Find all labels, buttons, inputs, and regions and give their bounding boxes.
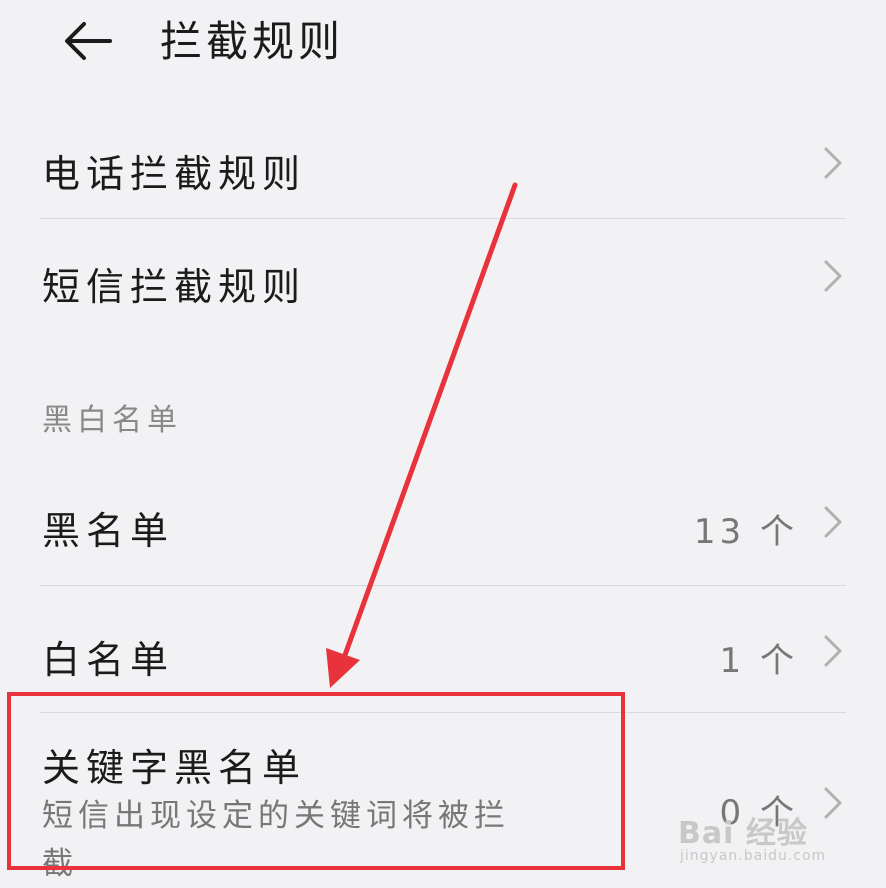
whitelist-label: 白名单 bbox=[42, 638, 175, 682]
chevron-right-icon bbox=[824, 506, 842, 538]
divider bbox=[40, 585, 846, 586]
keyword-blacklist-description: 短信出现设定的关键词将被拦截 bbox=[42, 798, 510, 882]
whitelist-item[interactable]: 白名单 1 个 bbox=[0, 605, 886, 697]
blacklist-item[interactable]: 黑名单 13 个 bbox=[0, 478, 886, 570]
blacklist-count: 13 个 bbox=[693, 512, 798, 552]
divider bbox=[40, 218, 846, 219]
keyword-blacklist-label: 关键字黑名单 bbox=[42, 746, 307, 790]
chevron-right-icon bbox=[824, 147, 842, 179]
back-button[interactable] bbox=[60, 16, 120, 66]
sms-rules-label: 短信拦截规则 bbox=[42, 265, 307, 309]
whitelist-count: 1 个 bbox=[719, 641, 798, 681]
sms-rules-item[interactable]: 短信拦截规则 bbox=[0, 232, 886, 324]
call-rules-label: 电话拦截规则 bbox=[42, 152, 307, 196]
section-title: 黑白名单 bbox=[42, 403, 182, 438]
page-title: 拦截规则 bbox=[160, 17, 345, 66]
app-header: 拦截规则 bbox=[0, 0, 886, 90]
call-rules-item[interactable]: 电话拦截规则 bbox=[0, 125, 886, 217]
blacklist-label: 黑名单 bbox=[42, 509, 175, 553]
chevron-right-icon bbox=[824, 635, 842, 667]
watermark-url: jingyan.baidu.com bbox=[680, 848, 827, 864]
chevron-right-icon bbox=[824, 260, 842, 292]
baidu-jingyan-watermark: Bai 经验 jingyan.baidu.com bbox=[678, 808, 848, 868]
back-arrow-icon bbox=[65, 22, 112, 60]
watermark-logo-text: Bai 经验 bbox=[678, 816, 808, 851]
divider bbox=[40, 712, 846, 713]
